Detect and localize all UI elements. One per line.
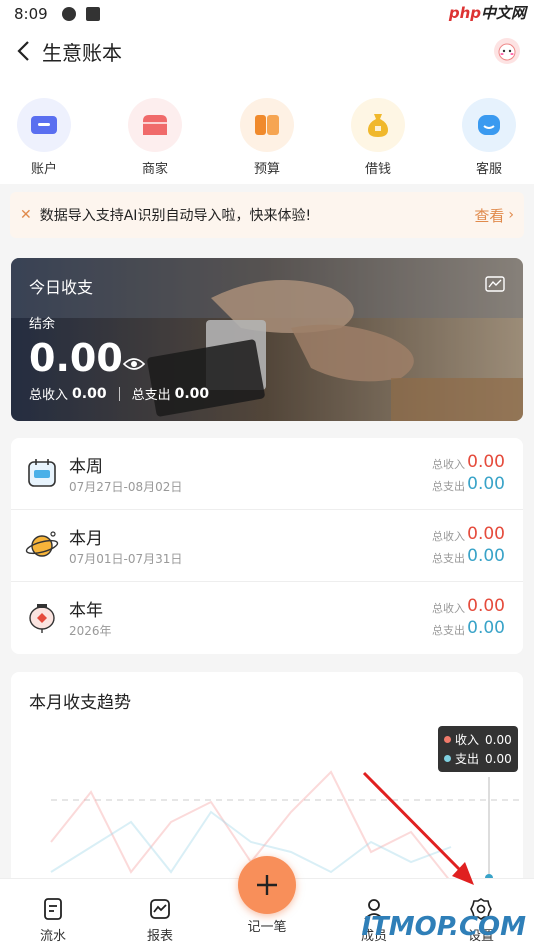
expense-value: 0.00: [467, 546, 505, 566]
add-record-label: 记一笔: [247, 920, 287, 935]
period-date: 07月01日-07月31日: [69, 552, 183, 566]
income-label: 总收入: [29, 388, 69, 403]
expense-value: 0.00: [174, 385, 210, 402]
status-time: 8:09: [14, 5, 48, 23]
quick-action-label: 借钱: [364, 162, 391, 177]
tooltip-expense-value: 0.00: [485, 751, 512, 766]
chevron-right-icon: ›: [508, 207, 514, 223]
expense-value: 0.00: [467, 474, 505, 494]
watermark-brand: php: [448, 4, 481, 22]
shop-icon: [128, 98, 182, 152]
trend-chart-icon[interactable]: [485, 276, 505, 296]
add-record-button[interactable]: [238, 856, 296, 914]
income-value: 0.00: [467, 452, 505, 472]
report-icon: [148, 897, 172, 921]
period-row-month[interactable]: 本月 07月01日-07月31日 总收入 0.00 总支出 0.00: [11, 510, 523, 582]
trend-title: 本月收支趋势: [29, 693, 131, 713]
quick-action-label: 预算: [253, 162, 280, 177]
document-icon: [41, 897, 65, 921]
quick-action-account[interactable]: 账户: [14, 98, 74, 177]
quick-action-support[interactable]: 客服: [459, 98, 519, 177]
notice-text: 数据导入支持AI识别自动导入啦，快来体验!: [39, 208, 312, 224]
tab-reports[interactable]: 报表: [130, 897, 190, 944]
service-icon: [462, 98, 516, 152]
money-bag-icon: [351, 98, 405, 152]
notice-view-link[interactable]: 查看: [474, 205, 504, 226]
quick-action-borrow[interactable]: 借钱: [348, 98, 408, 177]
period-summary-card: 本周 07月27日-08月02日 总收入 0.00 总支出 0.00 本月 07…: [11, 438, 523, 654]
tab-label: 流水: [39, 929, 66, 944]
today-title: 今日收支: [29, 278, 94, 297]
today-totals: 总收入 0.00 总支出 0.00: [29, 384, 210, 404]
watermark-brand-suffix: 中文网: [480, 4, 526, 22]
notification-icon: [61, 7, 76, 21]
balance-label: 结余: [29, 317, 56, 332]
income-value: 0.00: [72, 385, 107, 402]
lantern-icon: [25, 600, 59, 634]
period-row-year[interactable]: 本年 2026年 总收入 0.00 总支出 0.00: [11, 582, 523, 654]
watermark-top: php中文网: [449, 2, 526, 23]
tooltip-income-value: 0.00: [485, 732, 512, 747]
expense-legend-dot: [444, 755, 451, 762]
quick-action-label: 商家: [141, 162, 168, 177]
quick-action-label: 账户: [30, 162, 57, 177]
header: 生意账本: [0, 28, 534, 74]
back-icon[interactable]: [16, 39, 36, 63]
period-date: 07月27日-08月02日: [69, 480, 183, 494]
chart-tooltip: 收入 0.00 支出 0.00: [438, 726, 518, 772]
tooltip-income-label: 收入: [455, 733, 480, 747]
quick-action-merchant[interactable]: 商家: [125, 98, 185, 177]
income-value: 0.00: [467, 524, 505, 544]
expense-label: 总支出: [131, 388, 171, 403]
expense-value: 0.00: [467, 618, 505, 638]
notice-banner[interactable]: ✕ 数据导入支持AI识别自动导入啦，快来体验! 查看 ›: [10, 192, 524, 238]
quick-action-label: 客服: [475, 162, 502, 177]
tab-transactions[interactable]: 流水: [23, 897, 83, 944]
budget-icon: [240, 98, 294, 152]
expense-label: 总支出: [432, 624, 465, 637]
expense-label: 总支出: [432, 480, 465, 493]
divider: [118, 386, 120, 401]
wallet-icon: [17, 98, 71, 152]
period-name: 本月: [69, 529, 103, 549]
avatar[interactable]: [494, 38, 520, 64]
planet-icon: [25, 528, 59, 562]
plus-icon: [257, 875, 277, 895]
income-label: 总收入: [432, 530, 465, 543]
income-legend-dot: [444, 736, 451, 743]
income-label: 总收入: [432, 458, 465, 471]
calendar-icon: [25, 456, 59, 490]
tooltip-expense-label: 支出: [455, 752, 480, 766]
watermark-bottom: ITMOP.COM: [361, 912, 526, 942]
app-notification-icon: [85, 7, 100, 21]
today-summary-card[interactable]: 今日收支 结余 0.00 总收入 0.00 总支出 0.00: [11, 258, 523, 421]
period-name: 本周: [69, 457, 103, 477]
eye-icon[interactable]: [122, 356, 146, 375]
expense-label: 总支出: [432, 552, 465, 565]
balance-value: 0.00: [29, 336, 123, 380]
tab-label: 报表: [146, 929, 173, 944]
period-name: 本年: [69, 601, 103, 621]
period-row-week[interactable]: 本周 07月27日-08月02日 总收入 0.00 总支出 0.00: [11, 438, 523, 510]
monthly-trend-card[interactable]: 本月收支趋势 收入 0.00 支出 0.00: [11, 672, 523, 882]
period-date: 2026年: [69, 624, 112, 638]
quick-action-budget[interactable]: 预算: [237, 98, 297, 177]
page-title: 生意账本: [42, 40, 122, 65]
income-value: 0.00: [467, 596, 505, 616]
quick-actions: 账户 商家 预算 借钱 客服: [0, 74, 534, 184]
income-label: 总收入: [432, 602, 465, 615]
close-icon[interactable]: ✕: [20, 207, 32, 223]
